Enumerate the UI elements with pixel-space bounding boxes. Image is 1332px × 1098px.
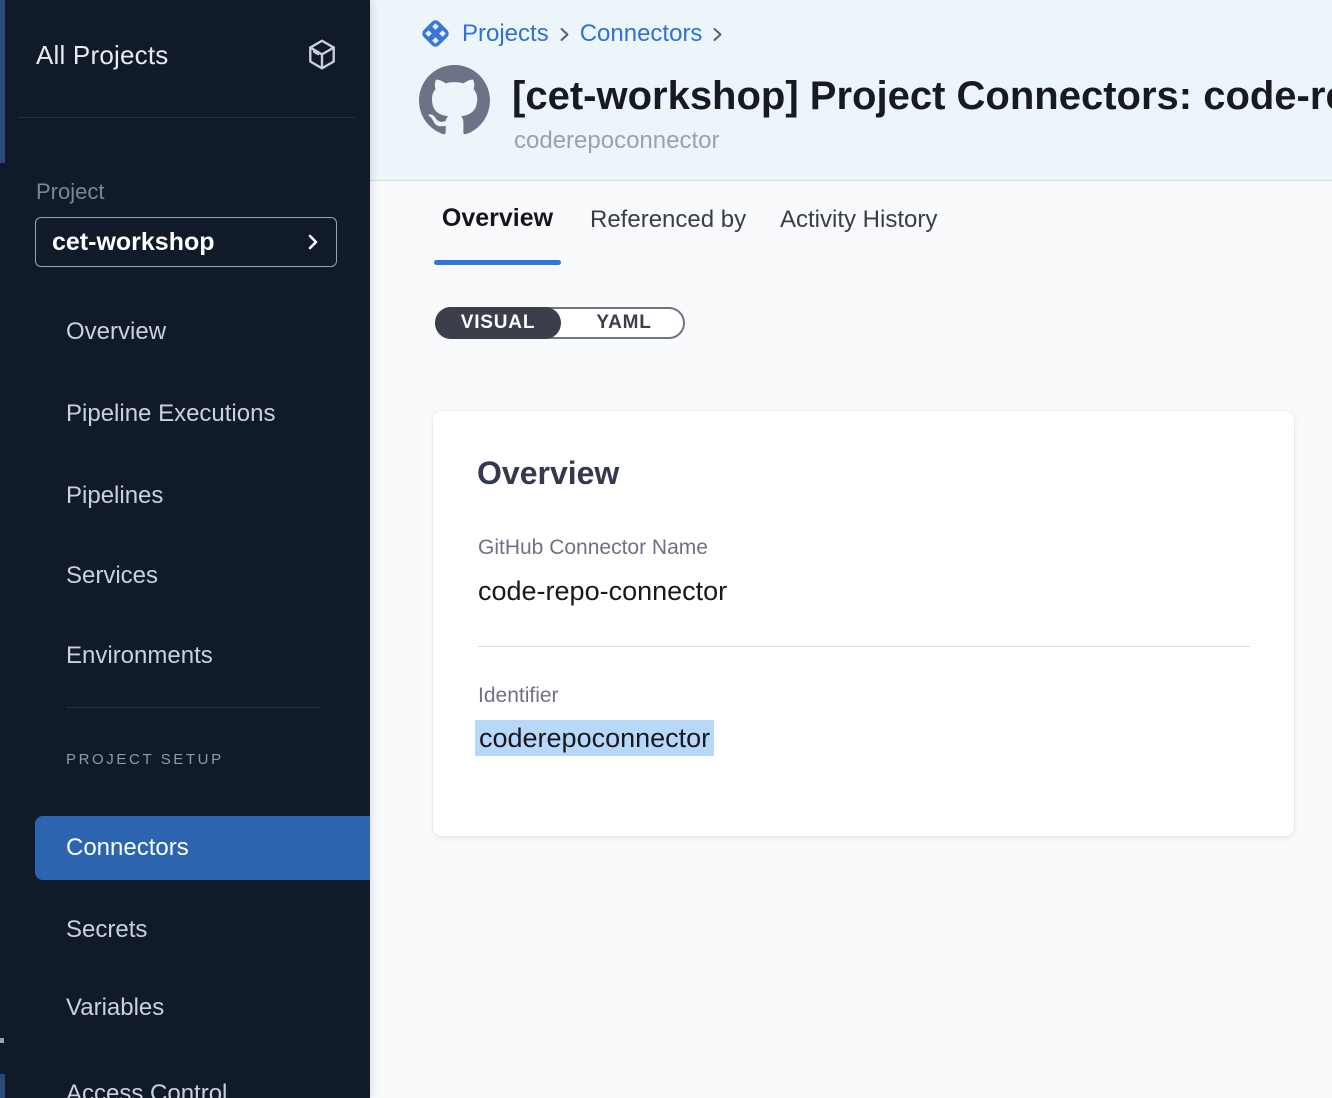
tab-overview[interactable]: Overview	[434, 204, 561, 233]
field-value-github-connector-name: code-repo-connector	[478, 576, 727, 607]
tab-activity-history[interactable]: Activity History	[780, 206, 937, 234]
module-rail	[0, 0, 5, 1098]
field-value-identifier: coderepoconnector	[475, 723, 714, 754]
chevron-right-icon	[711, 25, 724, 44]
breadcrumb-projects-link[interactable]: Projects	[462, 20, 549, 48]
project-selector-value: cet-workshop	[52, 228, 215, 257]
page-subtitle: coderepoconnector	[514, 127, 719, 155]
harness-project-icon	[418, 16, 453, 51]
all-projects-label[interactable]: All Projects	[36, 40, 168, 71]
sidebar-item-variables[interactable]: Variables	[66, 984, 164, 1032]
app-window: All Projects Project cet-workshop Overvi…	[0, 0, 1332, 1098]
project-setup-section-label: PROJECT SETUP	[66, 751, 224, 768]
tab-referenced-by[interactable]: Referenced by	[590, 206, 746, 234]
sidebar: All Projects Project cet-workshop Overvi…	[5, 0, 370, 1098]
chevron-right-icon	[558, 25, 571, 44]
field-label-github-connector-name: GitHub Connector Name	[478, 536, 708, 560]
sidebar-item-secrets[interactable]: Secrets	[66, 906, 147, 954]
cube-icon[interactable]	[303, 36, 341, 74]
selected-text: coderepoconnector	[475, 720, 714, 756]
module-rail-segment	[0, 1074, 5, 1098]
page-title: [cet-workshop] Project Connectors: code-…	[512, 74, 1332, 119]
sidebar-divider	[66, 707, 320, 708]
module-rail-notch	[0, 1038, 4, 1043]
page-header: Projects Connectors [cet-workshop] Proje…	[370, 0, 1332, 181]
sidebar-divider	[18, 117, 355, 118]
sidebar-item-pipeline-executions[interactable]: Pipeline Executions	[66, 390, 275, 438]
sidebar-item-services[interactable]: Services	[66, 552, 158, 600]
breadcrumb-connectors-link[interactable]: Connectors	[580, 20, 703, 48]
github-icon	[419, 65, 490, 136]
sidebar-item-connectors[interactable]: Connectors	[35, 816, 370, 880]
toggle-option-yaml[interactable]: YAML	[561, 307, 687, 339]
active-tab-indicator	[434, 260, 561, 265]
sidebar-item-environments[interactable]: Environments	[66, 632, 213, 680]
sidebar-item-overview[interactable]: Overview	[66, 308, 166, 356]
card-heading: Overview	[477, 455, 619, 492]
module-rail-segment	[0, 0, 5, 163]
overview-card: Overview GitHub Connector Name code-repo…	[433, 411, 1294, 836]
toggle-option-visual[interactable]: VISUAL	[435, 307, 561, 339]
field-label-identifier: Identifier	[478, 684, 559, 708]
breadcrumb: Projects Connectors	[418, 16, 724, 51]
visual-yaml-toggle: VISUAL YAML	[435, 307, 685, 339]
sidebar-item-access-control[interactable]: Access Control	[66, 1070, 227, 1098]
card-divider	[478, 646, 1250, 647]
chevron-right-icon	[306, 232, 320, 252]
project-selector[interactable]: cet-workshop	[35, 217, 337, 267]
project-section-label: Project	[36, 179, 104, 205]
sidebar-item-pipelines[interactable]: Pipelines	[66, 472, 163, 520]
